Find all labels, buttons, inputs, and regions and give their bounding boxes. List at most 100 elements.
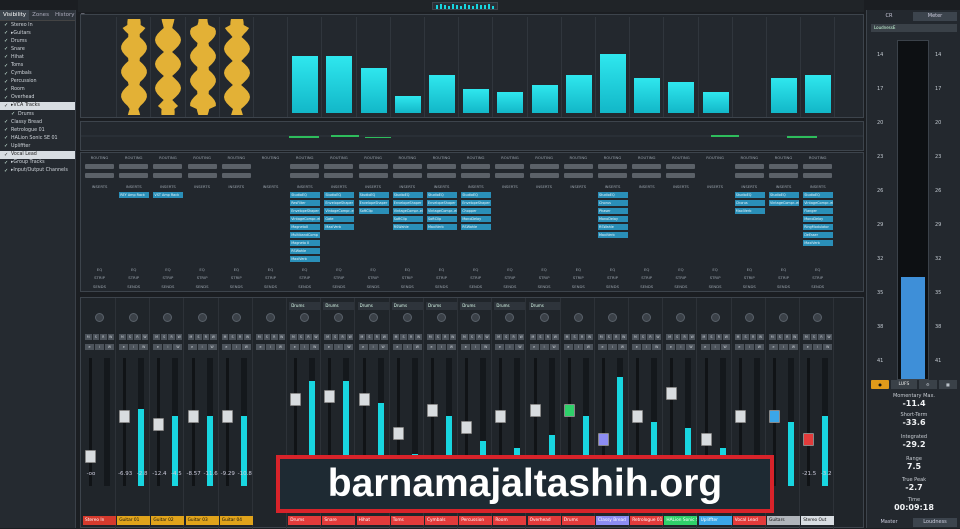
edit-button[interactable]: e xyxy=(256,344,265,350)
channel-name[interactable]: Guitars xyxy=(767,516,800,525)
insert-plugin[interactable]: MaxiVerb xyxy=(427,224,457,230)
ms-button[interactable]: W xyxy=(415,334,422,340)
checkbox-icon[interactable]: ✓ xyxy=(4,54,9,60)
ms-button[interactable]: S xyxy=(571,334,578,340)
overview-column[interactable] xyxy=(357,17,391,117)
strip-label[interactable]: STRIP xyxy=(425,275,458,280)
edit-button[interactable]: W xyxy=(139,344,149,350)
checkbox-icon[interactable]: ✓ xyxy=(11,111,16,117)
ms-button[interactable]: M xyxy=(529,334,537,340)
routing-slot[interactable] xyxy=(392,173,422,178)
edit-button[interactable]: i xyxy=(266,344,275,350)
ms-button[interactable]: S xyxy=(776,334,783,340)
tab-loudness[interactable]: Loudness xyxy=(913,518,957,527)
vca-tag[interactable]: Drums xyxy=(426,302,457,310)
routing-label[interactable]: ROUTING xyxy=(83,155,116,160)
overview-column[interactable] xyxy=(801,17,836,117)
fader-cap[interactable] xyxy=(221,409,233,423)
insert-plugin[interactable]: StudioEQ xyxy=(734,192,765,198)
routing-slot[interactable] xyxy=(632,164,662,169)
fader-cap[interactable] xyxy=(495,409,507,423)
edit-button[interactable]: W xyxy=(447,344,456,350)
insert-plugin[interactable]: MonoDelay xyxy=(461,216,492,222)
eq-label[interactable]: EQ xyxy=(664,267,697,272)
ms-button[interactable]: M xyxy=(632,334,639,340)
loudness-preset[interactable]: LoudnessE xyxy=(871,24,957,32)
routing-slot[interactable] xyxy=(529,164,559,169)
ms-button[interactable]: S xyxy=(92,334,99,340)
inserts-label[interactable]: INSERTS xyxy=(596,184,629,189)
routing-label[interactable]: ROUTING xyxy=(357,155,390,160)
routing-slot[interactable] xyxy=(427,173,456,178)
edit-button[interactable]: W xyxy=(344,344,354,350)
routing-slot[interactable] xyxy=(666,164,696,169)
insert-plugin[interactable]: ResFilter xyxy=(290,200,321,206)
fader-cap[interactable] xyxy=(803,432,815,446)
visibility-item[interactable]: ✓ Classy Bread xyxy=(0,118,75,126)
inserts-label[interactable]: INSERTS xyxy=(459,184,492,189)
eq-label[interactable]: EQ xyxy=(562,267,595,272)
sends-label[interactable]: SENDS xyxy=(801,284,834,289)
routing-slot[interactable] xyxy=(324,173,354,178)
strip-label[interactable]: STRIP xyxy=(186,275,219,280)
checkbox-icon[interactable]: ✓ xyxy=(4,22,9,28)
strip-label[interactable]: STRIP xyxy=(322,275,355,280)
visibility-item[interactable]: ✓ Drums xyxy=(0,110,75,118)
ms-button[interactable]: M xyxy=(324,334,331,340)
pan-knob[interactable] xyxy=(334,313,344,322)
fader-cap[interactable] xyxy=(529,404,541,417)
routing-slot[interactable] xyxy=(495,173,525,178)
insert-plugin[interactable]: SoftClip xyxy=(392,216,423,222)
fader-cap[interactable] xyxy=(427,404,438,417)
routing-slot[interactable] xyxy=(187,164,217,169)
strip-label[interactable]: STRIP xyxy=(493,275,526,280)
edit-button[interactable]: i xyxy=(129,344,139,350)
fader-cap[interactable] xyxy=(700,432,712,446)
ms-button[interactable]: S xyxy=(400,334,407,340)
ms-button[interactable]: S xyxy=(434,334,441,340)
edit-button[interactable]: W xyxy=(105,344,114,350)
pan-knob[interactable] xyxy=(197,313,207,322)
ms-button[interactable]: M xyxy=(427,334,434,340)
channel-name[interactable]: Snare xyxy=(322,516,356,525)
inserts-label[interactable]: INSERTS xyxy=(220,184,253,189)
strip-label[interactable]: STRIP xyxy=(596,275,629,280)
checkbox-icon[interactable]: ✓ xyxy=(4,127,9,133)
insert-plugin[interactable]: RingModulator xyxy=(803,224,834,230)
inserts-label[interactable]: INSERTS xyxy=(425,184,458,189)
edit-button[interactable]: e xyxy=(290,344,300,350)
strip-label[interactable]: STRIP xyxy=(288,275,321,280)
pan-knob[interactable] xyxy=(231,313,241,322)
overview-column[interactable] xyxy=(596,17,631,117)
insert-plugin[interactable]: RSWahle xyxy=(392,224,423,230)
inserts-label[interactable]: INSERTS xyxy=(664,184,697,189)
strip-label[interactable]: STRIP xyxy=(357,275,390,280)
insert-plugin[interactable]: Chorus xyxy=(734,200,765,206)
insert-plugin[interactable]: StudioEQ xyxy=(769,192,799,198)
edit-button[interactable]: i xyxy=(505,344,515,350)
overview-column[interactable] xyxy=(254,17,289,117)
visibility-item[interactable]: ✓ ▸ Group Tracks xyxy=(0,159,75,167)
eq-label[interactable]: EQ xyxy=(493,267,526,272)
channel-name[interactable]: Guitar 02 xyxy=(151,516,185,525)
insert-plugin[interactable]: MultibandComp xyxy=(290,232,321,238)
eq-label[interactable]: EQ xyxy=(254,267,287,272)
visibility-item[interactable]: ✓ Toms xyxy=(0,61,75,69)
insert-plugin[interactable]: Chorus xyxy=(598,200,628,206)
strip-label[interactable]: STRIP xyxy=(699,275,732,280)
insert-plugin[interactable]: Phaser xyxy=(598,208,628,214)
pan-knob[interactable] xyxy=(642,313,652,322)
strip-label[interactable]: STRIP xyxy=(220,275,253,280)
ms-button[interactable]: S xyxy=(160,334,168,340)
overview-column[interactable] xyxy=(288,17,323,117)
overview-column[interactable] xyxy=(664,17,699,117)
visibility-item[interactable]: ✓ Snare xyxy=(0,45,75,53)
routing-slot[interactable] xyxy=(358,164,388,169)
routing-slot[interactable] xyxy=(427,164,456,169)
pan-knob[interactable] xyxy=(163,313,173,322)
routing-label[interactable]: ROUTING xyxy=(630,155,663,160)
ms-button[interactable]: M xyxy=(461,334,468,340)
inserts-label[interactable]: INSERTS xyxy=(391,184,424,189)
ms-button[interactable]: S xyxy=(297,334,305,340)
sends-label[interactable]: SENDS xyxy=(596,284,629,289)
